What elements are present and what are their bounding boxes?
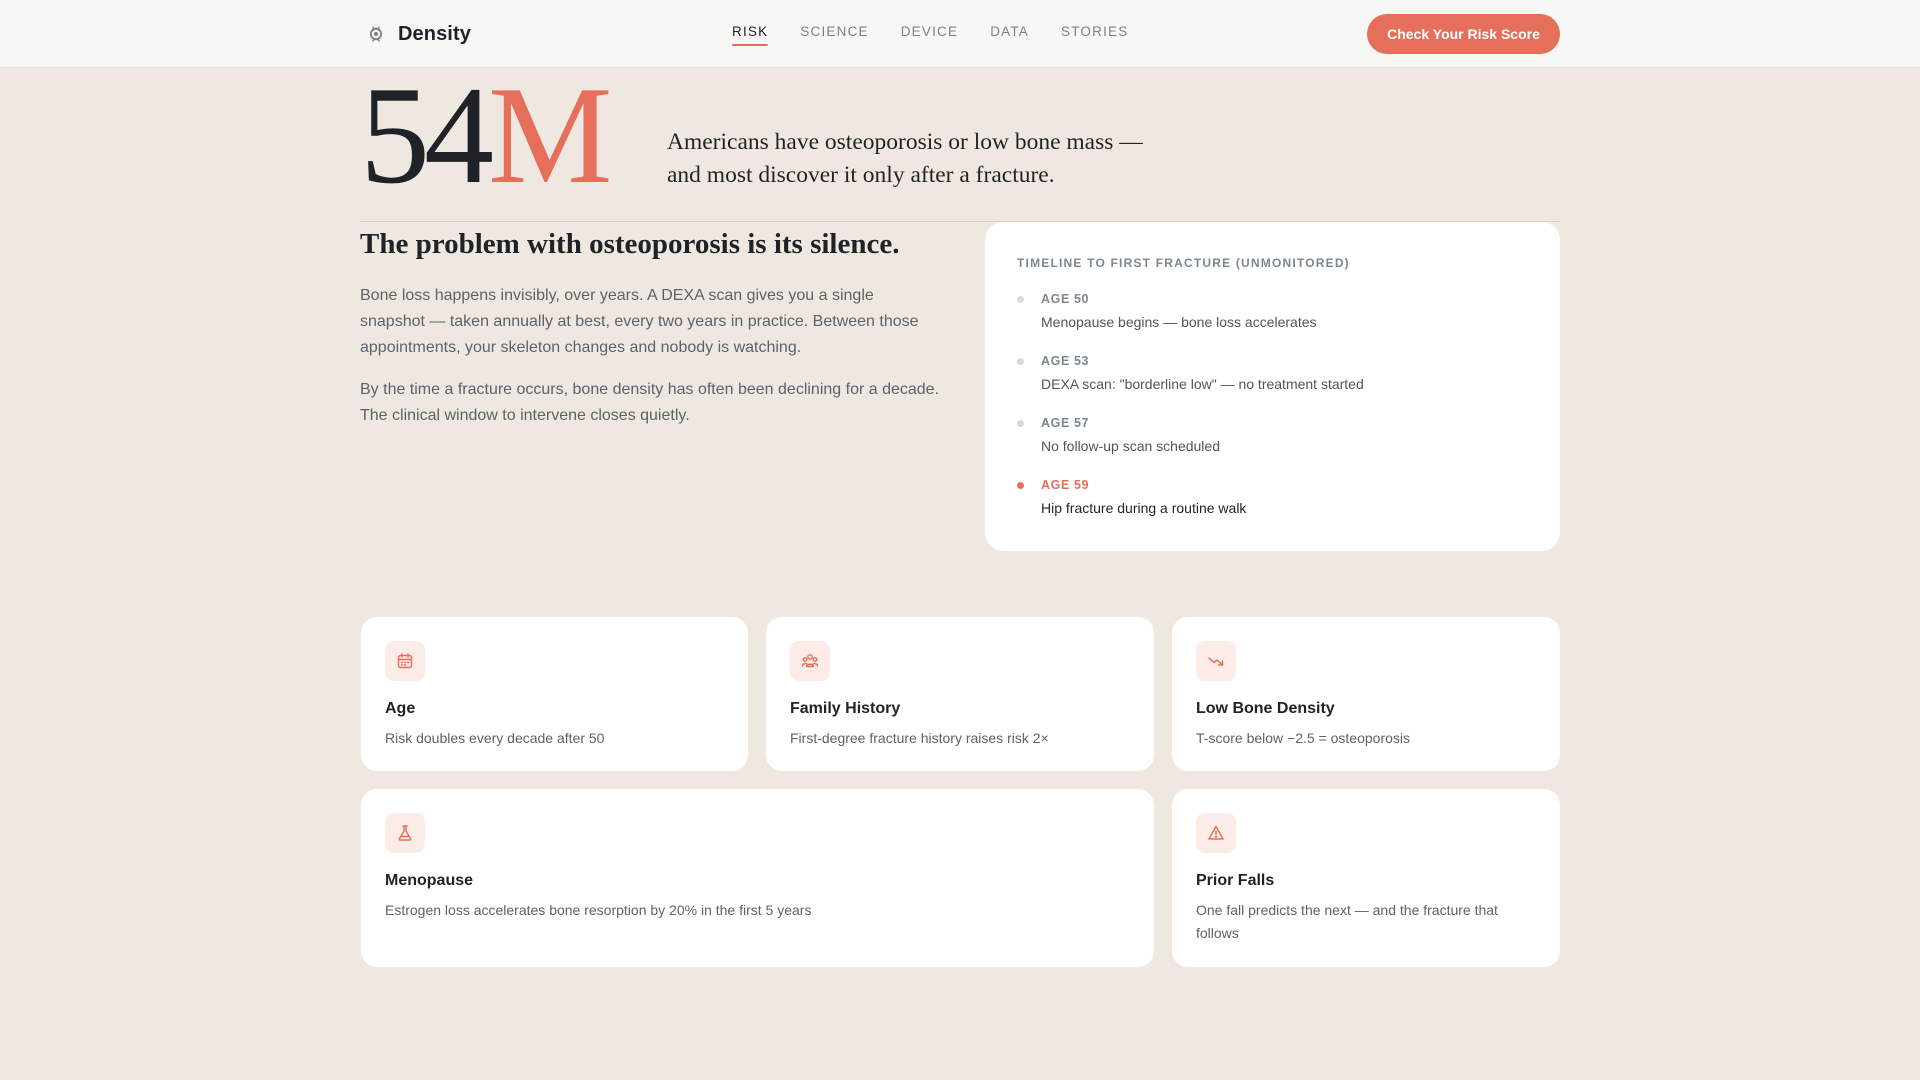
hero-line-1: Americans have osteoporosis or low bone … [667,129,1143,155]
factor-card-family-history[interactable]: Family History First-degree fracture his… [766,617,1154,771]
timeline-age: AGE 59 [1041,478,1090,492]
timeline-dot [1017,420,1024,427]
problem-paragraph-1: Bone loss happens invisibly, over years.… [360,287,919,356]
factor-desc: Estrogen loss accelerates bone resorptio… [385,902,812,918]
factor-title: Prior Falls [1196,872,1275,889]
timeline-age: AGE 57 [1041,416,1090,430]
factor-card-prior-falls[interactable]: Prior Falls One fall predicts the next —… [1172,789,1560,967]
problem-paragraph-2: By the time a fracture occurs, bone dens… [360,381,940,424]
hero-stat-unit: M [488,58,612,213]
timeline-desc: Hip fracture during a routine walk [1041,500,1247,516]
nav-item-risk[interactable]: RISK [732,24,769,46]
timeline-desc: DEXA scan: "borderline low" — no treatme… [1041,376,1364,392]
timeline-desc: Menopause begins — bone loss accelerates [1041,314,1317,330]
factor-title: Age [385,700,416,717]
hero-stat: 54M [360,66,612,206]
factor-card-menopause[interactable]: Menopause Estrogen loss accelerates bone… [361,789,1154,967]
nav-item-device[interactable]: DEVICE [901,24,958,46]
timeline-age: AGE 50 [1041,292,1090,306]
trend-down-icon [1196,641,1236,681]
bone-logo-icon [369,26,383,42]
family-icon [790,641,830,681]
timeline-item-age-50: AGE 50 Menopause begins — bone loss acce… [1017,292,1537,342]
timeline-dot [1017,296,1024,303]
timeline-item-age-57: AGE 57 No follow-up scan scheduled [1017,416,1537,466]
site-header: Density RISK SCIENCE DEVICE DATA STORIES… [0,0,1920,68]
check-risk-score-button[interactable]: Check Your Risk Score [1367,14,1560,54]
factor-title: Low Bone Density [1196,700,1335,717]
hero-stat-number: 54 [360,58,494,213]
hero-statement: Americans have osteoporosis or low bone … [667,126,1187,192]
problem-title: The problem with osteoporosis is its sil… [360,228,900,260]
nav-item-science[interactable]: SCIENCE [800,24,868,46]
factor-title: Menopause [385,872,474,889]
timeline-age: AGE 53 [1041,354,1090,368]
timeline-desc: No follow-up scan scheduled [1041,438,1220,454]
factor-title: Family History [790,700,901,717]
timeline-title: TIMELINE TO FIRST FRACTURE (UNMONITORED) [1017,256,1350,270]
factor-card-low-bone-density[interactable]: Low Bone Density T-score below −2.5 = os… [1172,617,1560,771]
main-nav: RISK SCIENCE DEVICE DATA STORIES [732,24,1128,46]
timeline-card: TIMELINE TO FIRST FRACTURE (UNMONITORED)… [985,222,1560,551]
factor-card-age[interactable]: Age Risk doubles every decade after 50 [361,617,748,771]
nav-item-stories[interactable]: STORIES [1061,24,1128,46]
nav-item-data[interactable]: DATA [990,24,1029,46]
hero-line-2: and most discover it only after a fractu… [667,162,1055,188]
timeline-item-age-53: AGE 53 DEXA scan: "borderline low" — no … [1017,354,1537,404]
flask-icon [385,813,425,853]
timeline-dot [1017,358,1024,365]
factor-desc: T-score below −2.5 = osteoporosis [1196,730,1411,746]
timeline-dot-highlight [1017,482,1024,489]
calendar-icon [385,641,425,681]
factor-desc: First-degree fracture history raises ris… [790,730,1049,746]
timeline-item-age-59: AGE 59 Hip fracture during a routine wal… [1017,478,1537,528]
brand-name: Density [398,22,471,45]
factor-desc: One fall predicts the next — and the fra… [1196,902,1498,941]
warning-icon [1196,813,1236,853]
brand[interactable]: Density [366,20,471,48]
factor-desc: Risk doubles every decade after 50 [385,730,605,746]
